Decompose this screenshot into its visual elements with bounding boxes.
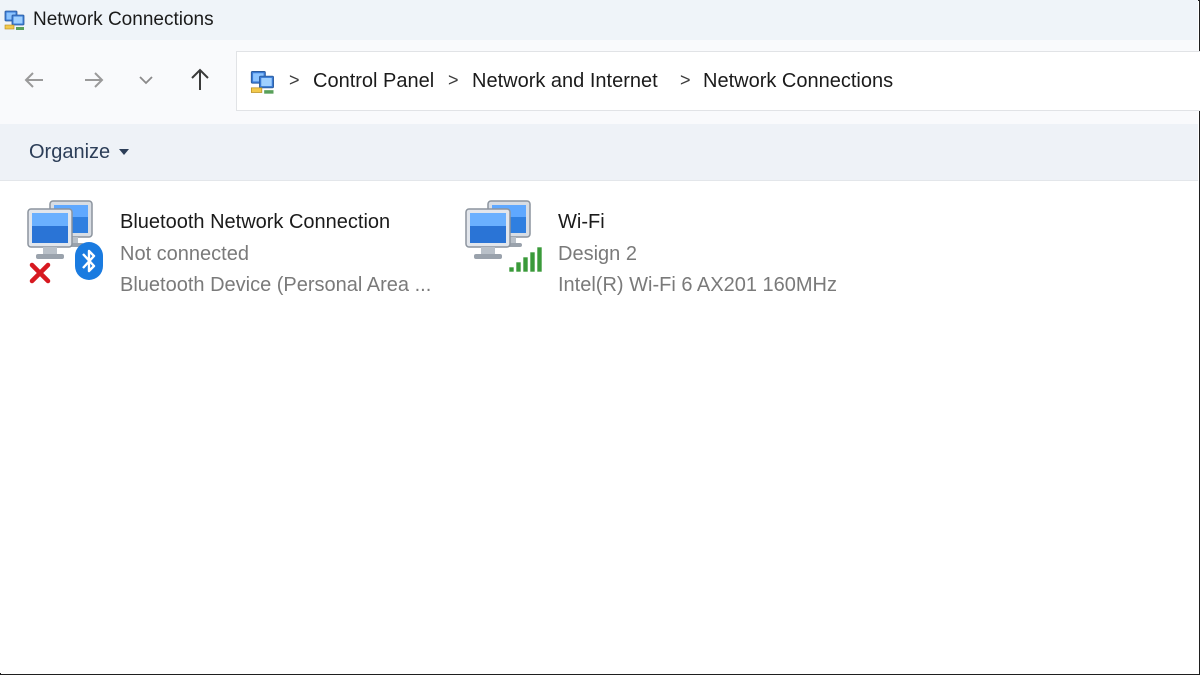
address-bar[interactable]: > Control Panel > Network and Internet >… [236, 51, 1200, 111]
connection-name: Bluetooth Network Connection [120, 211, 391, 233]
arrow-left-icon [24, 72, 43, 88]
connection-device: Intel(R) Wi-Fi 6 AX201 160MHz [558, 274, 837, 296]
connection-item-wifi[interactable]: Wi-Fi Design 2 Intel(R) Wi-Fi 6 AX201 16… [462, 195, 882, 305]
red-x-icon [29, 262, 51, 284]
breadcrumb-network-and-internet[interactable]: Network and Internet [472, 70, 658, 93]
command-bar: Organize [0, 124, 1198, 181]
forward-button[interactable] [76, 62, 112, 98]
connection-status: Not connected [120, 243, 249, 265]
network-connections-icon [4, 10, 25, 30]
navigation-bar: > Control Panel > Network and Internet >… [0, 40, 1200, 124]
breadcrumb-separator[interactable]: > [289, 70, 300, 91]
wifi-signal-bars-icon [508, 246, 543, 273]
breadcrumb-network-connections[interactable]: Network Connections [703, 70, 893, 93]
arrow-up-icon [191, 68, 209, 90]
connection-status: Design 2 [558, 243, 637, 265]
chevron-down-icon [139, 76, 153, 85]
breadcrumb-separator[interactable]: > [448, 70, 459, 91]
up-button[interactable] [182, 62, 218, 98]
recent-locations-button[interactable] [128, 62, 164, 98]
network-connections-icon [250, 71, 274, 94]
title-bar[interactable]: Network Connections [0, 0, 1198, 40]
connection-name: Wi-Fi [558, 211, 605, 233]
arrow-right-icon [85, 72, 104, 88]
bluetooth-icon [75, 242, 103, 280]
connections-list: Bluetooth Network Connection Not connect… [0, 181, 1198, 673]
breadcrumb-control-panel[interactable]: Control Panel [313, 70, 434, 93]
connection-item-bluetooth[interactable]: Bluetooth Network Connection Not connect… [24, 195, 444, 305]
connection-device: Bluetooth Device (Personal Area ... [120, 274, 432, 296]
organize-button[interactable]: Organize [29, 141, 110, 164]
back-button[interactable] [16, 62, 52, 98]
caret-down-icon[interactable] [119, 149, 129, 155]
breadcrumb-separator[interactable]: > [680, 70, 691, 91]
window-title: Network Connections [33, 9, 214, 30]
